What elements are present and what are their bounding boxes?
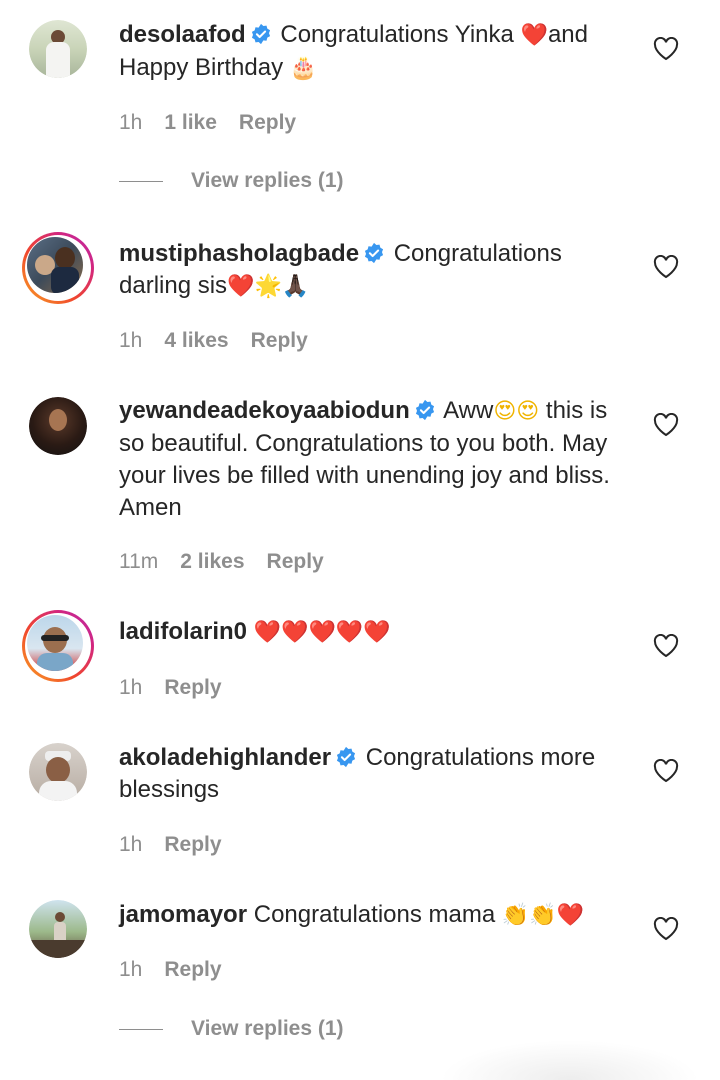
comment-time: 11m bbox=[119, 550, 159, 573]
reply-button[interactable]: Reply bbox=[164, 833, 221, 857]
comment-meta: 1h Reply bbox=[119, 958, 222, 982]
verified-badge-icon bbox=[415, 399, 434, 421]
comment-time: 1h bbox=[119, 833, 143, 856]
avatar[interactable] bbox=[22, 232, 94, 304]
comment-text: akoladehighlander Congratulations more b… bbox=[119, 742, 639, 806]
view-replies-label: View replies (1) bbox=[191, 1017, 344, 1040]
emoji-group: ❤️🌟🙏🏿 bbox=[227, 274, 310, 299]
avatar[interactable] bbox=[29, 900, 87, 958]
reply-button[interactable]: Reply bbox=[267, 550, 324, 574]
comment-text: jamomayor Congratulations mama 👏👏❤️ bbox=[119, 899, 639, 932]
username[interactable]: mustiphasholagbade bbox=[119, 240, 359, 267]
comment-time: 1h bbox=[119, 958, 143, 981]
divider-line bbox=[119, 1028, 163, 1030]
heart-outline-icon[interactable] bbox=[653, 634, 679, 658]
view-replies-button[interactable]: View replies (1) bbox=[119, 169, 344, 193]
hearts-emoji: ❤️❤️❤️❤️❤️ bbox=[253, 620, 391, 645]
comment-text: yewandeadekoyaabiodun Aww😍😍 this is so b… bbox=[119, 395, 639, 524]
reply-button[interactable]: Reply bbox=[251, 329, 308, 353]
comment-body: Congratulations mama bbox=[253, 901, 502, 928]
like-count[interactable]: 1 like bbox=[164, 111, 217, 135]
avatar[interactable] bbox=[29, 743, 87, 801]
clap-emoji: 👏👏❤️ bbox=[501, 903, 585, 928]
reply-button[interactable]: Reply bbox=[239, 111, 296, 135]
view-replies-label: View replies (1) bbox=[191, 169, 344, 192]
comment-text: desolaafod Congratulations Yinka ❤️and H… bbox=[119, 19, 639, 85]
reply-button[interactable]: Reply bbox=[164, 676, 221, 700]
verified-badge-icon bbox=[364, 242, 384, 264]
comment-time: 1h bbox=[119, 676, 143, 699]
reply-button[interactable]: Reply bbox=[164, 958, 221, 982]
cake-emoji: 🎂 bbox=[289, 56, 318, 81]
username[interactable]: akoladehighlander bbox=[119, 744, 331, 771]
like-count[interactable]: 4 likes bbox=[164, 329, 228, 353]
username[interactable]: jamomayor bbox=[119, 901, 247, 928]
username[interactable]: yewandeadekoyaabiodun bbox=[119, 397, 410, 424]
heart-outline-icon[interactable] bbox=[653, 413, 679, 437]
verified-badge-icon bbox=[336, 746, 356, 768]
heart-eyes-emoji: 😍😍 bbox=[493, 399, 540, 424]
view-replies-button[interactable]: View replies (1) bbox=[119, 1017, 344, 1041]
comment-meta: 1h Reply bbox=[119, 676, 222, 700]
comment-time: 1h bbox=[119, 111, 143, 134]
comment-meta: 1h 1 like Reply bbox=[119, 111, 296, 135]
heart-outline-icon[interactable] bbox=[653, 37, 679, 61]
comment-text: ladifolarin0 ❤️❤️❤️❤️❤️ bbox=[119, 616, 639, 649]
comment-meta: 11m 2 likes Reply bbox=[119, 550, 324, 574]
heart-outline-icon[interactable] bbox=[653, 759, 679, 783]
username[interactable]: ladifolarin0 bbox=[119, 618, 247, 645]
comment-text: mustiphasholagbade Congratulations darli… bbox=[119, 238, 639, 303]
verified-badge-icon bbox=[251, 23, 270, 45]
comment-time: 1h bbox=[119, 329, 143, 352]
scroll-shadow bbox=[440, 1040, 700, 1080]
avatar[interactable] bbox=[29, 20, 87, 78]
username[interactable]: desolaafod bbox=[119, 21, 246, 48]
comment-meta: 1h Reply bbox=[119, 833, 222, 857]
comment-meta: 1h 4 likes Reply bbox=[119, 329, 308, 353]
comment-body: Congratulations Yinka bbox=[280, 21, 521, 48]
heart-emoji: ❤️ bbox=[520, 23, 548, 48]
avatar[interactable] bbox=[29, 397, 87, 455]
heart-outline-icon[interactable] bbox=[653, 917, 679, 941]
divider-line bbox=[119, 180, 163, 182]
avatar[interactable] bbox=[22, 610, 94, 682]
heart-outline-icon[interactable] bbox=[653, 255, 679, 279]
comment-body: Aww bbox=[443, 397, 494, 424]
like-count[interactable]: 2 likes bbox=[180, 550, 244, 574]
